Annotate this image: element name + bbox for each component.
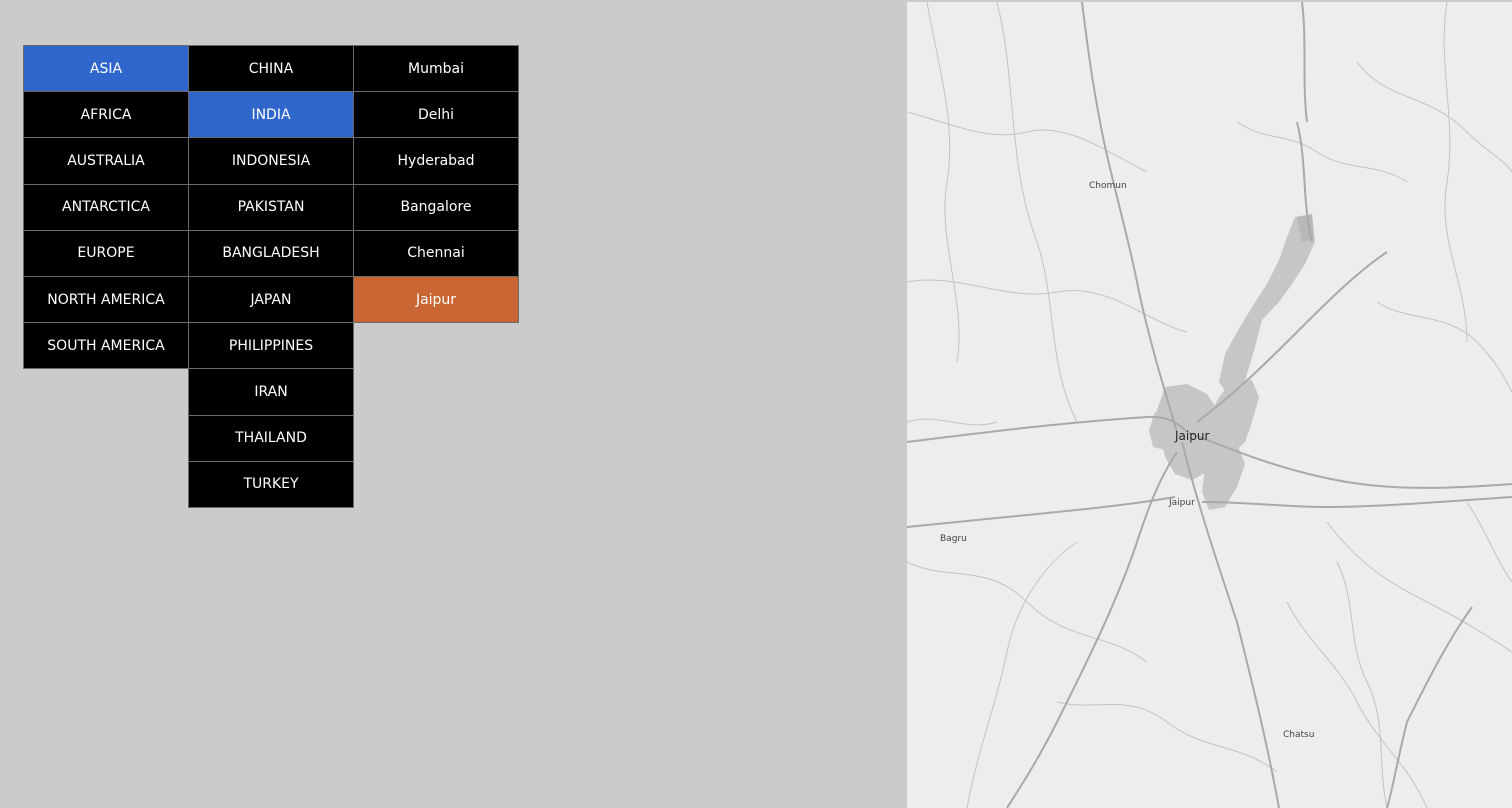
city-item-delhi[interactable]: Delhi bbox=[353, 91, 519, 139]
map-canvas[interactable]: Chomun Jaipur Jaipur Bagru Chatsu bbox=[907, 2, 1512, 808]
country-item-japan[interactable]: JAPAN bbox=[188, 275, 354, 324]
continent-item-asia[interactable]: ASIA bbox=[23, 45, 189, 93]
app-root: ASIA AFRICA AUSTRALIA ANTARCTICA EUROPE … bbox=[0, 0, 1512, 808]
country-item-turkey[interactable]: TURKEY bbox=[188, 460, 354, 508]
country-item-thailand[interactable]: THAILAND bbox=[188, 414, 354, 462]
city-item-chennai[interactable]: Chennai bbox=[353, 229, 519, 277]
map-label-jaipur-small: Jaipur bbox=[1168, 498, 1195, 508]
country-item-china[interactable]: CHINA bbox=[188, 45, 354, 93]
country-item-iran[interactable]: IRAN bbox=[188, 368, 354, 416]
map-label-chomun: Chomun bbox=[1089, 181, 1127, 191]
country-item-bangladesh[interactable]: BANGLADESH bbox=[188, 229, 354, 277]
continent-item-africa[interactable]: AFRICA bbox=[23, 91, 189, 139]
continent-item-australia[interactable]: AUSTRALIA bbox=[23, 137, 189, 185]
city-item-mumbai[interactable]: Mumbai bbox=[353, 45, 519, 93]
city-item-hyderabad[interactable]: Hyderabad bbox=[353, 137, 519, 185]
continent-item-antarctica[interactable]: ANTARCTICA bbox=[23, 183, 189, 231]
city-item-bangalore[interactable]: Bangalore bbox=[353, 183, 519, 231]
map-label-bagru: Bagru bbox=[940, 534, 967, 544]
country-item-india[interactable]: INDIA bbox=[188, 91, 354, 139]
map-label-chatsu: Chatsu bbox=[1283, 730, 1314, 740]
city-list: Mumbai Delhi Hyderabad Bangalore Chennai… bbox=[353, 45, 519, 324]
country-item-philippines[interactable]: PHILIPPINES bbox=[188, 322, 354, 370]
map-view[interactable]: Chomun Jaipur Jaipur Bagru Chatsu bbox=[907, 2, 1512, 808]
country-item-indonesia[interactable]: INDONESIA bbox=[188, 137, 354, 185]
continent-list: ASIA AFRICA AUSTRALIA ANTARCTICA EUROPE … bbox=[23, 45, 189, 370]
map-label-jaipur: Jaipur bbox=[1174, 429, 1209, 443]
continent-item-europe[interactable]: EUROPE bbox=[23, 229, 189, 277]
city-item-jaipur[interactable]: Jaipur bbox=[353, 275, 519, 324]
country-item-pakistan[interactable]: PAKISTAN bbox=[188, 183, 354, 231]
country-list: CHINA INDIA INDONESIA PAKISTAN BANGLADES… bbox=[188, 45, 354, 508]
continent-item-north-america[interactable]: NORTH AMERICA bbox=[23, 275, 189, 324]
continent-item-south-america[interactable]: SOUTH AMERICA bbox=[23, 322, 189, 370]
